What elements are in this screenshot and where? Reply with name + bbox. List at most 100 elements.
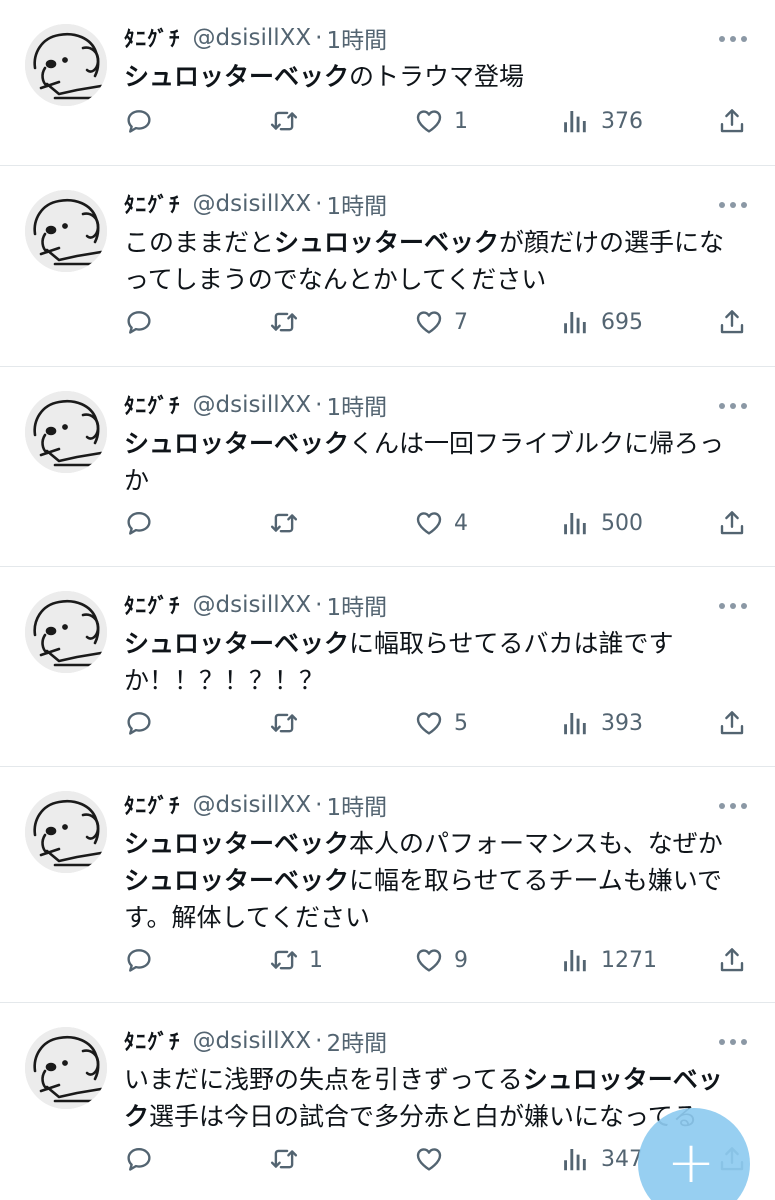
retweet-button[interactable]	[269, 101, 309, 141]
reply-button[interactable]	[124, 1139, 164, 1179]
likes-count: 4	[454, 510, 468, 536]
tweet[interactable]: ﾀﾆｸﾞﾁ @dsisillXX · 1時間 シュロッターベックくんは一回フライブルクに…	[0, 367, 775, 567]
likes-count: 7	[454, 309, 468, 335]
tweet[interactable]: ﾀﾆｸﾞﾁ @dsisillXX · 1時間 シュロッターベックのトラウマ登場 1 376	[0, 0, 775, 166]
tweet[interactable]: ﾀﾆｸﾞﾁ @dsisillXX · 1時間 このままだとシュロッターベックが顔だけの選…	[0, 166, 775, 367]
reply-button[interactable]	[124, 503, 164, 543]
tweet-text-segment: に幅を取らせてるチームも嫌いで	[349, 866, 723, 895]
like-button[interactable]: 1	[414, 101, 468, 141]
user-handle[interactable]: @dsisillXX	[193, 1028, 312, 1054]
reply-icon	[124, 945, 154, 975]
share-button[interactable]	[717, 940, 747, 980]
reply-button[interactable]	[124, 703, 164, 743]
timestamp[interactable]: 2時間	[326, 1024, 387, 1058]
retweet-icon	[269, 1144, 299, 1174]
share-button[interactable]	[717, 703, 747, 743]
like-button[interactable]: 4	[414, 503, 468, 543]
more-options-button[interactable]	[719, 1039, 747, 1045]
tweet-header: ﾀﾆｸﾞﾁ @dsisillXX · 2時間	[124, 1025, 387, 1057]
like-button[interactable]	[414, 1139, 454, 1179]
more-options-button[interactable]	[719, 603, 747, 609]
timestamp[interactable]: 1時間	[326, 788, 387, 822]
timestamp[interactable]: 1時間	[326, 588, 387, 622]
views-button[interactable]: 347	[561, 1139, 643, 1179]
tweet[interactable]: ﾀﾆｸﾞﾁ @dsisillXX · 1時間 シュロッターベック本人のパフォーマンスも、…	[0, 767, 775, 1003]
views-button[interactable]: 1271	[561, 940, 657, 980]
reply-button[interactable]	[124, 101, 164, 141]
share-icon	[717, 508, 747, 538]
tweet-text: シュロッターベック本人のパフォーマンスも、なぜか シュロッターベックに幅を取らせて…	[124, 825, 754, 936]
timestamp[interactable]: 1時間	[326, 388, 387, 422]
more-options-button[interactable]	[719, 36, 747, 42]
more-options-button[interactable]	[719, 403, 747, 409]
tweet-text-segment: す。解体してください	[124, 903, 371, 932]
more-icon	[719, 403, 725, 409]
share-icon	[717, 708, 747, 738]
tweet-text-line: か！！？！？！？	[124, 662, 754, 699]
display-name[interactable]: ﾀﾆｸﾞﾁ	[124, 23, 181, 53]
tweet-text-line: シュロッターベックくんは一回フライブルクに帰ろっ	[124, 425, 754, 462]
tweet-actions: 7 695	[124, 302, 754, 342]
tweet[interactable]: ﾀﾆｸﾞﾁ @dsisillXX · 1時間 シュロッターベックに幅取らせてるバカは誰で…	[0, 567, 775, 767]
share-button[interactable]	[717, 503, 747, 543]
views-button[interactable]: 376	[561, 101, 643, 141]
user-handle[interactable]: @dsisillXX	[193, 25, 312, 51]
timestamp[interactable]: 1時間	[326, 187, 387, 221]
tweet-header: ﾀﾆｸﾞﾁ @dsisillXX · 1時間	[124, 389, 387, 421]
tweet-text-bold: シュロッターベック	[274, 228, 500, 257]
avatar[interactable]	[25, 190, 107, 272]
views-icon	[561, 106, 591, 136]
retweet-button[interactable]: 1	[269, 940, 323, 980]
retweet-button[interactable]	[269, 503, 309, 543]
display-name[interactable]: ﾀﾆｸﾞﾁ	[124, 790, 181, 820]
reply-button[interactable]	[124, 940, 164, 980]
retweet-button[interactable]	[269, 703, 309, 743]
likes-count: 9	[454, 947, 468, 973]
share-button[interactable]	[717, 302, 747, 342]
views-button[interactable]: 393	[561, 703, 643, 743]
more-options-button[interactable]	[719, 202, 747, 208]
like-button[interactable]: 5	[414, 703, 468, 743]
tweet-text-segment: か！！？！？！？	[124, 666, 325, 695]
more-icon	[719, 1039, 725, 1045]
tweet-text-bold: シュロッターベック	[124, 629, 350, 658]
tweet-text-line: シュロッターベックに幅取らせてるバカは誰です	[124, 625, 754, 662]
more-options-button[interactable]	[719, 803, 747, 809]
tweet-text-segment: が顔だけの選手にな	[499, 228, 725, 257]
avatar[interactable]	[25, 1027, 107, 1109]
views-button[interactable]: 500	[561, 503, 643, 543]
user-handle[interactable]: @dsisillXX	[193, 592, 312, 618]
like-button[interactable]: 9	[414, 940, 468, 980]
display-name[interactable]: ﾀﾆｸﾞﾁ	[124, 590, 181, 620]
display-name[interactable]: ﾀﾆｸﾞﾁ	[124, 189, 181, 219]
display-name[interactable]: ﾀﾆｸﾞﾁ	[124, 390, 181, 420]
share-icon	[717, 307, 747, 337]
heart-icon	[414, 106, 444, 136]
retweet-icon	[269, 945, 299, 975]
reply-button[interactable]	[124, 302, 164, 342]
like-button[interactable]: 7	[414, 302, 468, 342]
tweet-text-bold: シュロッターベック	[124, 62, 350, 91]
user-handle[interactable]: @dsisillXX	[193, 792, 312, 818]
tweet-text-bold: シュロッターベック	[124, 829, 350, 858]
timestamp[interactable]: 1時間	[326, 21, 387, 55]
user-handle[interactable]: @dsisillXX	[193, 392, 312, 418]
likes-count: 5	[454, 710, 468, 736]
share-button[interactable]	[717, 101, 747, 141]
retweet-button[interactable]	[269, 1139, 309, 1179]
views-icon	[561, 708, 591, 738]
reply-icon	[124, 708, 154, 738]
avatar[interactable]	[25, 591, 107, 673]
tweet-text-line: いまだに浅野の失点を引きずってるシュロッターベッ	[124, 1061, 754, 1098]
avatar[interactable]	[25, 24, 107, 106]
avatar[interactable]	[25, 791, 107, 873]
user-handle[interactable]: @dsisillXX	[193, 191, 312, 217]
views-icon	[561, 508, 591, 538]
retweet-icon	[269, 307, 299, 337]
display-name[interactable]: ﾀﾆｸﾞﾁ	[124, 1026, 181, 1056]
retweet-button[interactable]	[269, 302, 309, 342]
avatar[interactable]	[25, 391, 107, 473]
heart-icon	[414, 945, 444, 975]
tweet-actions: 1 9 1271	[124, 940, 754, 980]
views-button[interactable]: 695	[561, 302, 643, 342]
